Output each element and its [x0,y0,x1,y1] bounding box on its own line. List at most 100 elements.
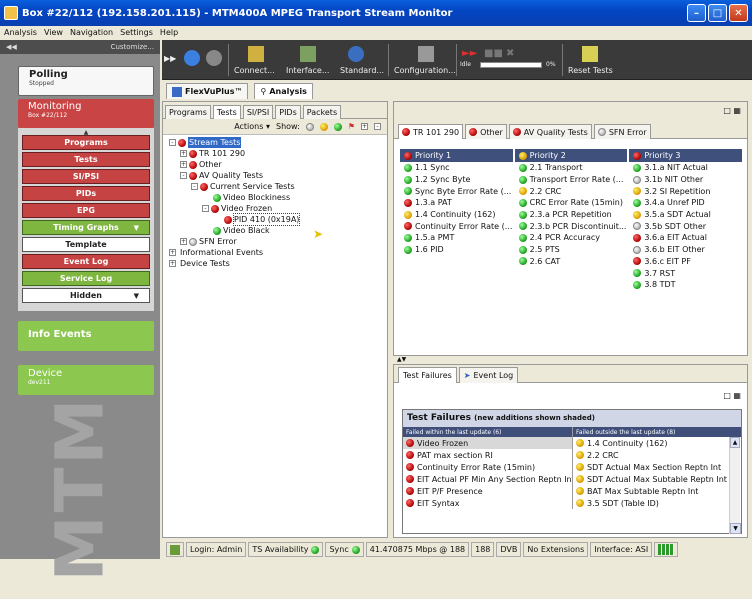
expand-toggle-icon[interactable]: + [180,238,187,245]
reset-tests-button[interactable]: Reset Tests [568,66,613,75]
test-item[interactable]: 3.1.a NIT Actual [629,162,742,174]
info-events-section[interactable]: Info Events [18,321,154,351]
standard-button[interactable]: Standard... [340,66,384,75]
test-item[interactable]: 1.5.a PMT [400,232,513,244]
connect-icon[interactable] [248,46,264,62]
expand-toggle-icon[interactable]: - [202,205,209,212]
tree-node[interactable]: - Current Service Tests [169,181,387,192]
failures-menu-icon[interactable]: □ ▦ [723,391,741,400]
tree-node[interactable]: - Stream Tests [169,137,387,148]
expand-toggle-icon[interactable]: + [169,260,176,267]
test-item[interactable]: 2.3.a PCR Repetition [515,209,628,221]
test-item[interactable]: 1.4 Continuity (162) [400,209,513,221]
failure-item[interactable]: 3.5 SDT (Table ID) [573,497,741,509]
test-item[interactable]: 2.2 CRC [515,185,628,197]
tree-node[interactable]: Video Blockiness [169,192,387,203]
polling-section[interactable]: Polling Stopped [18,66,154,96]
failure-item[interactable]: PAT max section RI [403,449,572,461]
expand-toggle-icon[interactable]: + [169,249,176,256]
test-item[interactable]: 2.4 PCR Accuracy [515,232,628,244]
tree-node[interactable]: + SFN Error [169,236,387,247]
collapse-icon[interactable]: ◀◀ [6,43,17,51]
menu-navigation[interactable]: Navigation [70,28,113,37]
nav-button-tests[interactable]: Tests [22,152,150,167]
tree-node[interactable]: - AV Quality Tests [169,170,387,181]
splitter-arrows-icon[interactable]: ▲▼ [397,356,406,363]
failure-item[interactable]: EIT Syntax [403,497,572,509]
test-item[interactable]: 2.5 PTS [515,244,628,256]
maximize-button[interactable]: □ [708,4,727,22]
menu-help[interactable]: Help [160,28,178,37]
panel-menu-icon[interactable]: □ ▦ [723,106,741,115]
connect-button[interactable]: Connect... [234,66,275,75]
expand-toggle-icon[interactable]: - [169,139,176,146]
tab-test-failures[interactable]: Test Failures [398,367,457,383]
show-passed-icon[interactable] [333,122,342,131]
test-item[interactable]: 3.6.b EIT Other [629,244,742,256]
interface-icon[interactable] [300,46,316,62]
clear-icon[interactable]: ✖ [506,48,514,59]
failure-item[interactable]: 2.2 CRC [573,449,741,461]
tab-flexvuplus[interactable]: FlexVuPlus™ [166,83,249,99]
interface-button[interactable]: Interface... [286,66,329,75]
expand-toggle-icon[interactable]: + [180,150,187,157]
record-icon[interactable]: ►► [462,48,477,59]
actions-menu[interactable]: Actions ▾ [234,122,270,131]
menu-analysis[interactable]: Analysis [4,28,37,37]
tree-node[interactable]: + Other [169,159,387,170]
test-item[interactable]: 3.1b NIT Other [629,174,742,186]
test-item[interactable]: 1.3.a PAT [400,197,513,209]
tree-node[interactable]: PID 410 (0x19A) [169,213,387,226]
tree-node[interactable]: + TR 101 290 [169,148,387,159]
show-warning-icon[interactable] [319,122,328,131]
tab-si-psi[interactable]: SI/PSI [242,105,274,119]
test-item[interactable]: 3.7 RST [629,267,742,279]
tree-node[interactable]: + Informational Events [169,247,387,258]
show-unknown-icon[interactable] [305,122,314,131]
failure-item[interactable]: BAT Max Subtable Reptn Int [573,485,741,497]
test-item[interactable]: 3.6.c EIT PF [629,256,742,268]
test-item[interactable]: 1.1 Sync [400,162,513,174]
test-item[interactable]: 3.4.a Unref PID [629,197,742,209]
configuration-button[interactable]: Configuration... [394,66,456,75]
stop-icon[interactable]: ■■ [484,48,503,59]
standard-icon[interactable] [348,46,364,62]
tab-av-quality-tests[interactable]: AV Quality Tests [508,124,592,139]
test-item[interactable]: 3.8 TDT [629,279,742,291]
nav-button-timing-graphs[interactable]: Timing Graphs ▼ [22,220,150,235]
test-item[interactable]: 3.6.a EIT Actual [629,232,742,244]
expand-toggle-icon[interactable]: + [180,161,187,168]
nav-button-programs[interactable]: Programs [22,135,150,150]
nav-button-hidden[interactable]: Hidden ▼ [22,288,150,303]
test-item[interactable]: 3.5.a SDT Actual [629,209,742,221]
failure-item[interactable]: Continuity Error Rate (15min) [403,461,572,473]
nav-button-event-log[interactable]: Event Log [22,254,150,269]
expand-toggle-icon[interactable]: - [180,172,187,179]
chevron-down-icon[interactable]: ▼ [134,292,139,300]
nav-button-service-log[interactable]: Service Log [22,271,150,286]
scroll-up-arrow-icon[interactable]: ▲ [730,437,740,448]
chevron-down-icon[interactable]: ▼ [134,224,139,232]
expand-toggle-icon[interactable]: - [191,183,198,190]
tab-analysis[interactable]: ⚲ Analysis [254,83,313,99]
failure-item[interactable]: SDT Actual Max Subtable Reptn Int [573,473,741,485]
failure-item[interactable]: SDT Actual Max Section Reptn Int [573,461,741,473]
test-item[interactable]: Sync Byte Error Rate (... [400,185,513,197]
test-item[interactable]: CRC Error Rate (15min) [515,197,628,209]
test-item[interactable]: Transport Error Rate (... [515,174,628,186]
scroll-down-arrow-icon[interactable]: ▼ [730,523,741,534]
reset-tests-icon[interactable] [582,46,598,62]
collapse-all-icon[interactable]: - [374,123,381,130]
nav-button-template[interactable]: Template [22,237,150,252]
tree-node[interactable]: - Video Frozen [169,203,387,214]
test-item[interactable]: 3.2 SI Repetition [629,185,742,197]
expand-icon[interactable]: ▶▶ [164,54,176,63]
failure-item[interactable]: 1.4 Continuity (162) [573,437,741,449]
test-item[interactable]: 1.6 PID [400,244,513,256]
menu-view[interactable]: View [44,28,63,37]
nav-button-si-psi[interactable]: SI/PSI [22,169,150,184]
test-item[interactable]: 2.6 CAT [515,256,628,268]
filter-icon[interactable]: ⚑ [348,122,355,131]
test-item[interactable]: 2.1 Transport [515,162,628,174]
tab-programs[interactable]: Programs [165,105,211,119]
